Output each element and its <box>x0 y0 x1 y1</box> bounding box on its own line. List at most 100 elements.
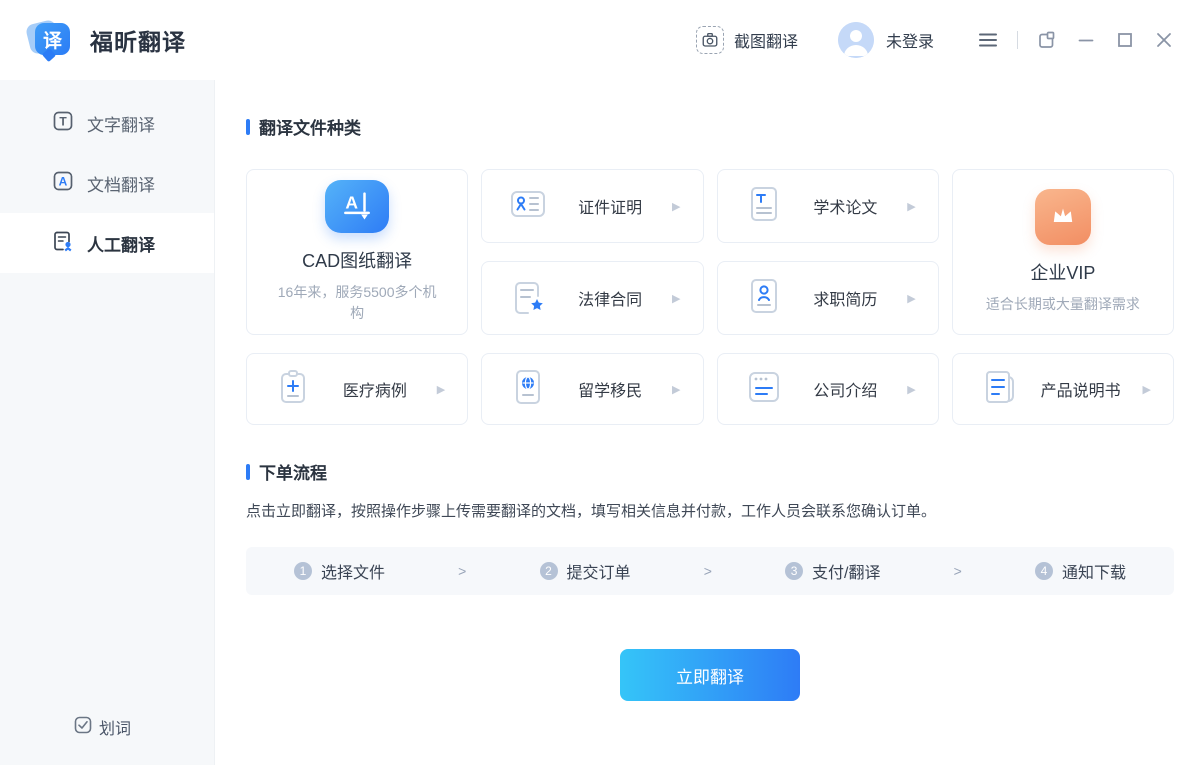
step-label: 支付/翻译 <box>812 559 880 583</box>
screenshot-translate-button[interactable]: 截图翻译 <box>696 26 798 54</box>
svg-text:A: A <box>345 192 358 212</box>
sidebar-spacer <box>0 273 214 715</box>
sidebar: T 文字翻译 A 文档翻译 <box>0 80 215 765</box>
card-enterprise-vip[interactable]: 企业VIP 适合长期或大量翻译需求 <box>952 169 1174 335</box>
step-submit-order: 2 提交订单 <box>540 559 631 583</box>
card-title: 医疗病例 <box>313 377 437 401</box>
step-number-badge: 1 <box>294 562 312 580</box>
chevron-right-icon: ▶ <box>437 383 445 396</box>
order-flow-section: 下单流程 点击立即翻译，按照操作步骤上传需要翻译的文档，填写相关信息并付款，工作… <box>246 459 1174 701</box>
file-types-section-header: 翻译文件种类 <box>246 114 1174 139</box>
step-label: 通知下载 <box>1062 559 1126 583</box>
card-academic-paper[interactable]: 学术论文 ▶ <box>717 169 939 243</box>
section-title-text: 翻译文件种类 <box>259 114 361 139</box>
file-type-card-row: 医疗病例 ▶ 留学移民 ▶ <box>246 353 1174 425</box>
step-label: 提交订单 <box>567 559 631 583</box>
screenshot-translate-label: 截图翻译 <box>734 28 798 52</box>
step-separator-icon: > <box>954 563 962 579</box>
sidebar-item-label: 人工翻译 <box>87 231 155 256</box>
document-translate-icon: A <box>52 170 74 197</box>
card-title: 公司介绍 <box>784 377 908 401</box>
step-label: 选择文件 <box>321 559 385 583</box>
id-card-icon <box>508 184 548 229</box>
card-title: 企业VIP <box>1030 259 1095 285</box>
crown-icon <box>1035 189 1091 245</box>
medical-clipboard-icon <box>273 367 313 412</box>
step-choose-file: 1 选择文件 <box>294 559 385 583</box>
main-content: 翻译文件种类 A CAD图纸翻译 16年来，服务5500多个机构 <box>215 80 1200 765</box>
maximize-icon[interactable] <box>1115 30 1135 50</box>
card-title: 学术论文 <box>784 194 908 218</box>
product-manual-icon <box>979 367 1019 412</box>
order-flow-section-header: 下单流程 <box>246 459 1174 484</box>
checkbox-checked-icon <box>74 716 92 739</box>
card-legal-contract[interactable]: 法律合同 ▶ <box>481 261 703 335</box>
chevron-right-icon: ▶ <box>1143 383 1151 396</box>
file-type-card-grid: A CAD图纸翻译 16年来，服务5500多个机构 <box>246 169 1174 335</box>
order-flow-description: 点击立即翻译，按照操作步骤上传需要翻译的文档，填写相关信息并付款，工作人员会联系… <box>246 500 1174 521</box>
section-title-text: 下单流程 <box>259 459 327 484</box>
card-title: 求职简历 <box>784 286 908 310</box>
user-account[interactable]: 未登录 <box>838 22 934 58</box>
titlebar-divider <box>1017 31 1018 49</box>
avatar <box>838 22 874 58</box>
card-product-manual[interactable]: 产品说明书 ▶ <box>952 353 1174 425</box>
company-intro-icon <box>744 367 784 412</box>
step-separator-icon: > <box>458 563 466 579</box>
card-subtitle: 适合长期或大量翻译需求 <box>986 294 1140 315</box>
chevron-right-icon: ▶ <box>907 292 915 305</box>
sidebar-item-human-translate[interactable]: 人工翻译 <box>0 213 214 273</box>
sidebar-item-document-translate[interactable]: A 文档翻译 <box>0 153 214 213</box>
section-accent-bar <box>246 464 250 480</box>
card-cad-translate[interactable]: A CAD图纸翻译 16年来，服务5500多个机构 <box>246 169 468 335</box>
svg-text:A: A <box>59 174 68 188</box>
resume-icon <box>744 276 784 321</box>
login-status: 未登录 <box>886 28 934 52</box>
app-logo-area: 译 福昕翻译 <box>28 18 186 62</box>
order-steps-bar: 1 选择文件 > 2 提交订单 > 3 支付/翻译 > 4 <box>246 547 1174 595</box>
step-separator-icon: > <box>704 563 712 579</box>
sidebar-item-label: 文档翻译 <box>87 171 155 196</box>
cad-icon: A <box>325 180 389 233</box>
app-name: 福昕翻译 <box>90 23 186 57</box>
svg-text:T: T <box>59 114 67 128</box>
step-number-badge: 4 <box>1035 562 1053 580</box>
chevron-right-icon: ▶ <box>907 383 915 396</box>
card-study-abroad[interactable]: 留学移民 ▶ <box>481 353 703 425</box>
logo-speech-bubble-icon: 译 <box>35 23 70 55</box>
logo-glyph: 译 <box>43 26 62 53</box>
human-translate-icon <box>52 230 74 257</box>
window-controls <box>978 30 1174 50</box>
section-accent-bar <box>246 119 250 135</box>
app-window: 译 福昕翻译 截图翻译 <box>0 0 1200 765</box>
chevron-right-icon: ▶ <box>907 200 915 213</box>
card-company-profile[interactable]: 公司介绍 ▶ <box>717 353 939 425</box>
cta-row: 立即翻译 <box>246 649 1174 701</box>
step-pay-translate: 3 支付/翻译 <box>785 559 880 583</box>
step-notify-download: 4 通知下载 <box>1035 559 1126 583</box>
academic-paper-icon <box>744 184 784 229</box>
card-title: 留学移民 <box>548 377 672 401</box>
legal-contract-icon <box>508 276 548 321</box>
word-capture-toggle[interactable]: 划词 <box>0 715 214 765</box>
card-title: CAD图纸翻译 <box>302 247 412 273</box>
card-title: 法律合同 <box>548 286 672 310</box>
card-resume[interactable]: 求职简历 ▶ <box>717 261 939 335</box>
menu-hamburger-icon[interactable] <box>978 30 998 50</box>
close-icon[interactable] <box>1154 30 1174 50</box>
chevron-right-icon: ▶ <box>672 292 680 305</box>
card-certificates[interactable]: 证件证明 ▶ <box>481 169 703 243</box>
card-title: 产品说明书 <box>1019 377 1143 401</box>
app-logo-icon: 译 <box>28 18 74 62</box>
titlebar: 译 福昕翻译 截图翻译 <box>0 0 1200 80</box>
minimize-icon[interactable] <box>1076 30 1096 50</box>
dock-window-icon[interactable] <box>1037 30 1057 50</box>
card-subtitle: 16年来，服务5500多个机构 <box>277 282 437 324</box>
step-number-badge: 3 <box>785 562 803 580</box>
sidebar-item-text-translate[interactable]: T 文字翻译 <box>0 93 214 153</box>
card-medical-record[interactable]: 医疗病例 ▶ <box>246 353 468 425</box>
word-capture-label: 划词 <box>99 715 131 739</box>
titlebar-right: 截图翻译 未登录 <box>696 22 1174 58</box>
translate-now-button[interactable]: 立即翻译 <box>620 649 800 701</box>
chevron-right-icon: ▶ <box>672 383 680 396</box>
